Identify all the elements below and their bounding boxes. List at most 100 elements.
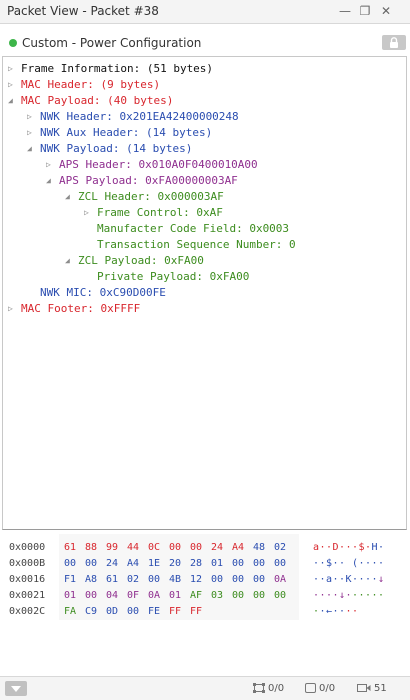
hex-byte[interactable]: 00: [211, 572, 223, 588]
tree-node[interactable]: Frame Control: 0xAF: [97, 205, 223, 221]
hex-byte[interactable]: 01: [211, 556, 223, 572]
hex-byte[interactable]: A4: [232, 540, 244, 556]
ascii-char[interactable]: $: [326, 556, 332, 572]
hex-byte[interactable]: A4: [127, 556, 139, 572]
ascii-char[interactable]: ·: [333, 588, 339, 604]
hex-byte[interactable]: 1E: [148, 556, 160, 572]
ascii-char[interactable]: ·: [352, 604, 358, 620]
hex-byte[interactable]: 00: [169, 540, 181, 556]
hex-byte[interactable]: 0A: [148, 588, 160, 604]
ascii-char[interactable]: ·: [346, 540, 352, 556]
ascii-char[interactable]: ·: [326, 588, 332, 604]
hex-byte[interactable]: AF: [190, 588, 202, 604]
close-icon[interactable]: ✕: [378, 3, 394, 19]
expand-icon[interactable]: ▷: [46, 157, 56, 173]
ascii-char[interactable]: ·: [339, 540, 345, 556]
tree-node[interactable]: ZCL Header: 0x000003AF: [78, 189, 224, 205]
hex-byte[interactable]: 20: [169, 556, 181, 572]
tree-node[interactable]: MAC Header: (9 bytes): [21, 77, 160, 93]
hex-byte[interactable]: 00: [232, 556, 244, 572]
expand-icon[interactable]: ▷: [8, 301, 18, 317]
tree-node[interactable]: NWK Header: 0x201EA42400000248: [40, 109, 239, 125]
tree-node[interactable]: MAC Payload: (40 bytes): [21, 93, 173, 109]
ascii-char[interactable]: $: [359, 540, 365, 556]
collapse-icon[interactable]: ◢: [27, 141, 37, 157]
hex-byte[interactable]: 02: [274, 540, 286, 556]
hex-byte[interactable]: A8: [85, 572, 97, 588]
expand-icon[interactable]: ▷: [27, 125, 37, 141]
tree-node[interactable]: MAC Footer: 0xFFFF: [21, 301, 140, 317]
hex-byte[interactable]: C9: [85, 604, 97, 620]
expand-icon[interactable]: ▷: [27, 109, 37, 125]
hex-byte[interactable]: 00: [253, 572, 265, 588]
tree-node[interactable]: NWK MIC: 0xC90D00FE: [40, 285, 166, 301]
ascii-char[interactable]: ·: [352, 572, 358, 588]
ascii-char[interactable]: ·: [333, 604, 339, 620]
hex-byte[interactable]: 00: [232, 572, 244, 588]
ascii-char[interactable]: ·: [313, 572, 319, 588]
ascii-char[interactable]: (: [352, 556, 358, 572]
ascii-char[interactable]: ·: [359, 572, 365, 588]
tree-node[interactable]: NWK Payload: (14 bytes): [40, 141, 192, 157]
ascii-char[interactable]: D: [333, 540, 339, 556]
hex-byte[interactable]: 61: [106, 572, 118, 588]
ascii-char[interactable]: ·: [326, 540, 332, 556]
ascii-char[interactable]: ↓: [378, 572, 384, 588]
hex-byte[interactable]: 99: [106, 540, 118, 556]
ascii-char[interactable]: ·: [365, 556, 371, 572]
hex-byte[interactable]: F1: [64, 572, 76, 588]
tree-node[interactable]: Transaction Sequence Number: 0: [97, 237, 296, 253]
hex-byte[interactable]: 0A: [274, 572, 286, 588]
ascii-char[interactable]: ↓: [339, 588, 345, 604]
ascii-char[interactable]: ·: [378, 540, 384, 556]
ascii-char[interactable]: ·: [333, 556, 339, 572]
ascii-char[interactable]: ←: [326, 604, 332, 620]
ascii-char[interactable]: ·: [313, 556, 319, 572]
minimize-icon[interactable]: —: [337, 3, 353, 19]
ascii-char[interactable]: ·: [339, 556, 345, 572]
hex-byte[interactable]: FA: [64, 604, 76, 620]
ascii-char[interactable]: ·: [365, 588, 371, 604]
hex-byte[interactable]: 00: [190, 540, 202, 556]
hex-byte[interactable]: 12: [190, 572, 202, 588]
hex-byte[interactable]: FF: [169, 604, 181, 620]
ascii-char[interactable]: ·: [372, 588, 378, 604]
hex-byte[interactable]: FE: [148, 604, 160, 620]
collapse-icon[interactable]: ◢: [65, 253, 75, 269]
tree-node[interactable]: Private Payload: 0xFA00: [97, 269, 249, 285]
hex-byte[interactable]: 00: [64, 556, 76, 572]
ascii-char[interactable]: ·: [320, 540, 326, 556]
hex-byte[interactable]: 88: [85, 540, 97, 556]
hex-byte[interactable]: 0F: [127, 588, 139, 604]
hex-byte[interactable]: 00: [253, 588, 265, 604]
hex-byte[interactable]: 61: [64, 540, 76, 556]
ascii-char[interactable]: ·: [320, 572, 326, 588]
hex-byte[interactable]: 00: [232, 588, 244, 604]
ascii-char[interactable]: ·: [352, 588, 358, 604]
ascii-char[interactable]: ·: [320, 604, 326, 620]
ascii-char[interactable]: ·: [352, 540, 358, 556]
ascii-char[interactable]: K: [346, 572, 352, 588]
hex-byte[interactable]: 48: [253, 540, 265, 556]
expand-icon[interactable]: ▷: [84, 205, 94, 221]
hex-byte[interactable]: 04: [106, 588, 118, 604]
hex-byte[interactable]: 02: [127, 572, 139, 588]
hex-byte[interactable]: 00: [85, 556, 97, 572]
ascii-char[interactable]: ·: [346, 604, 352, 620]
ascii-char[interactable]: ·: [320, 556, 326, 572]
hex-byte[interactable]: 44: [127, 540, 139, 556]
ascii-char[interactable]: ·: [339, 604, 345, 620]
ascii-char[interactable]: ·: [378, 588, 384, 604]
ascii-char[interactable]: a: [326, 572, 332, 588]
hex-byte[interactable]: 00: [85, 588, 97, 604]
ascii-char[interactable]: ·: [339, 572, 345, 588]
hex-byte[interactable]: 4B: [169, 572, 181, 588]
hex-byte[interactable]: 00: [253, 556, 265, 572]
hex-byte[interactable]: 01: [169, 588, 181, 604]
hex-byte[interactable]: FF: [190, 604, 202, 620]
hex-byte[interactable]: 00: [127, 604, 139, 620]
dropdown-button[interactable]: [5, 681, 27, 696]
tree-node[interactable]: APS Payload: 0xFA00000003AF: [59, 173, 238, 189]
hex-byte[interactable]: 00: [274, 588, 286, 604]
hex-byte[interactable]: 00: [274, 556, 286, 572]
